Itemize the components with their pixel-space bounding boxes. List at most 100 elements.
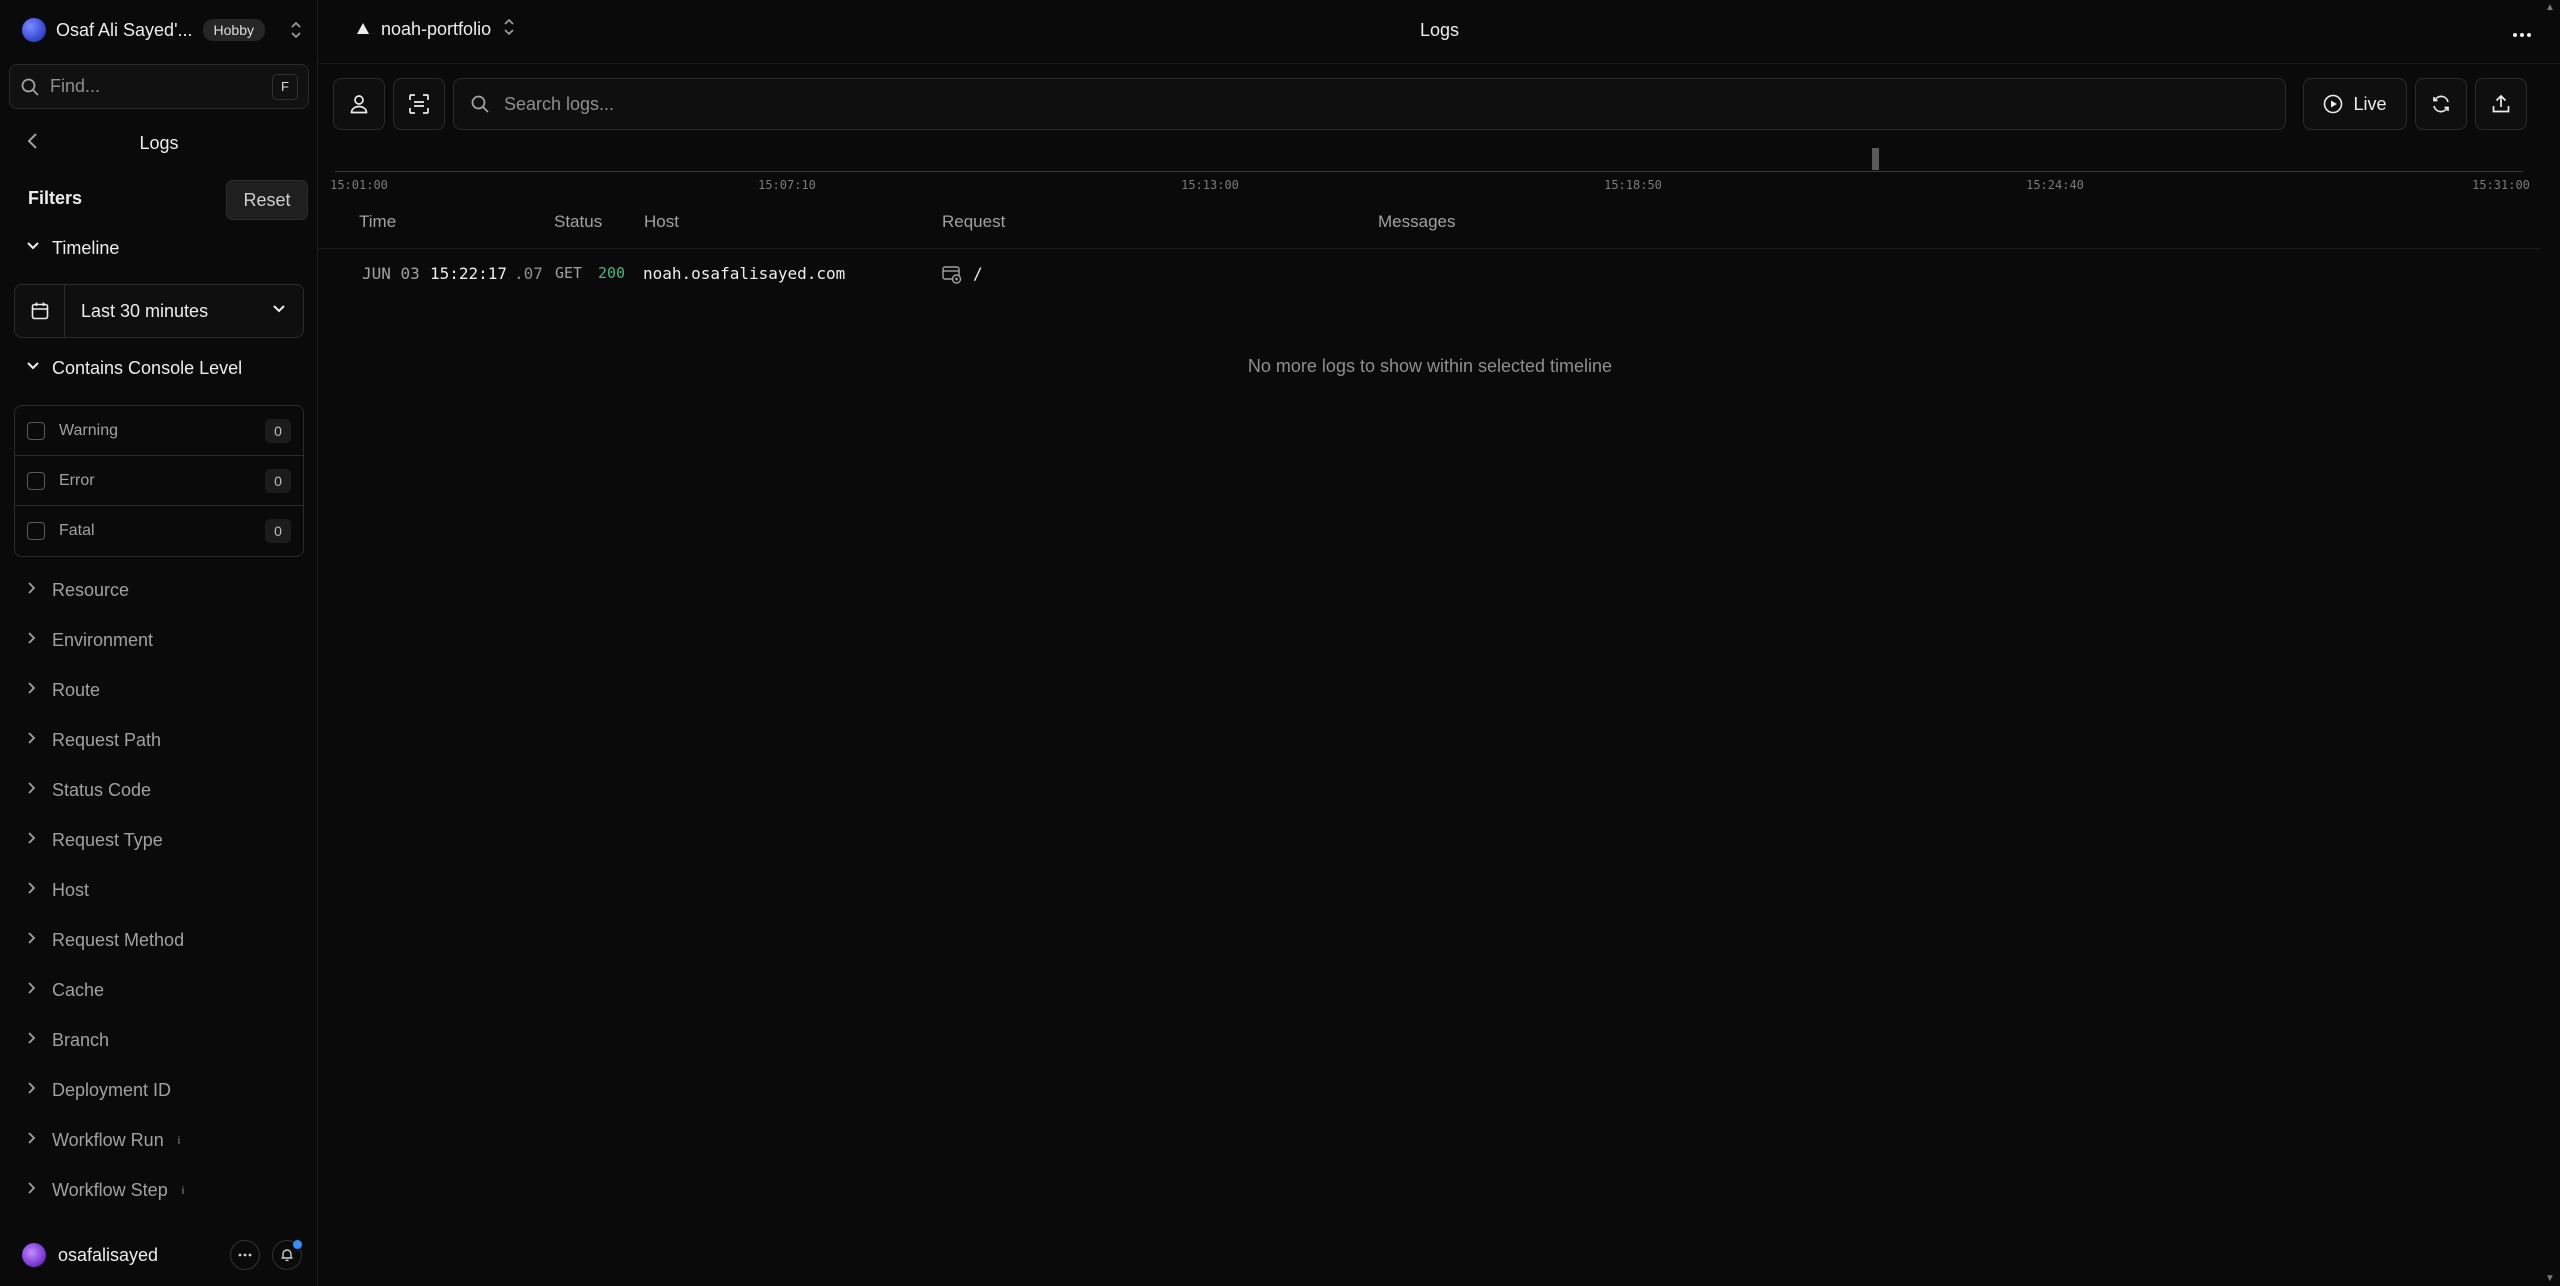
team-avatar [22,18,46,42]
export-button[interactable] [2475,78,2527,130]
level-label: Error [59,471,95,489]
warning-checkbox[interactable] [27,421,45,440]
play-circle-icon [2324,94,2343,114]
live-button[interactable]: Live [2303,78,2407,130]
filter-deployment-id[interactable]: Deployment ID [26,1080,171,1101]
ellipsis-icon [2513,33,2531,37]
table-row[interactable]: JUN 03 15:22:17 .07 GET 200 noah.osafali… [319,252,2541,298]
avatar[interactable] [22,1243,46,1267]
level-label: Warning [59,421,118,439]
histogram-bar[interactable] [1872,148,1879,170]
level-fatal[interactable]: Fatal 0 [15,506,303,556]
more-menu-button[interactable] [2512,18,2532,44]
chevron-right-icon [26,1081,40,1100]
filter-label: Workflow Run [52,1130,164,1150]
filter-label: Host [52,880,90,900]
fatal-checkbox[interactable] [27,522,45,540]
find-placeholder: Find... [50,76,101,96]
filter-label: Request Method [52,930,185,950]
chevron-right-icon [26,731,40,750]
timeline-tick: 15:31:00 [2472,178,2530,192]
bell-icon [281,1249,293,1261]
search-logs-input[interactable]: Search logs... [453,78,2286,130]
console-level-list: Warning 0 Error 0 Fatal 0 [14,405,304,557]
console-level-section-toggle[interactable]: Contains Console Level [26,358,242,379]
filter-cache[interactable]: Cache [26,980,104,1001]
info-icon[interactable]: i [178,1135,180,1147]
user-filter-button[interactable] [333,78,385,130]
scroll-up-icon[interactable]: ▲ [2545,2,2555,13]
filter-resource[interactable]: Resource [26,580,129,601]
timeline-tick: 15:24:40 [2026,178,2084,192]
scan-icon [409,94,429,114]
chevron-right-icon [26,1131,40,1150]
filter-label: Resource [52,580,130,600]
chevron-up-down-icon[interactable] [290,21,302,39]
chevron-right-icon [26,581,40,600]
timeline-histogram[interactable]: 15:01:00 15:07:10 15:13:00 15:18:50 15:2… [330,148,2530,198]
level-warning[interactable]: Warning 0 [15,406,303,456]
find-shortcut: F [272,73,298,100]
live-label: Live [2353,93,2387,114]
chevron-right-icon [26,631,40,650]
chevron-right-icon [26,1181,40,1200]
filter-route[interactable]: Route [26,680,100,701]
filter-branch[interactable]: Branch [26,1030,109,1051]
level-count: 0 [265,519,291,543]
team-switcher[interactable]: Osaf Ali Sayed'... Hobby [22,14,302,46]
chevron-right-icon [26,881,40,900]
column-header-messages: Messages [1378,212,1456,231]
log-date: JUN 03 [362,264,420,283]
chevron-right-icon [26,781,40,800]
search-placeholder: Search logs... [504,93,615,114]
reset-button[interactable]: Reset [226,180,308,220]
scroll-down-icon[interactable]: ▼ [2545,1273,2555,1284]
sidebar: Osaf Ali Sayed'... Hobby Find... F Logs … [0,0,318,1286]
timeline-tick: 15:01:00 [330,178,388,192]
refresh-button[interactable] [2415,78,2467,130]
username[interactable]: osafalisayed [58,1245,158,1266]
info-icon[interactable]: i [182,1185,184,1197]
find-input[interactable]: Find... F [9,64,309,109]
timeline-axis [335,171,2523,172]
filter-request-method[interactable]: Request Method [26,930,184,951]
filter-workflow-step[interactable]: Workflow Step i [26,1180,184,1201]
log-time: 15:22:17 [430,264,508,283]
notification-dot [293,1240,302,1249]
more-options-button[interactable] [230,1240,260,1270]
level-count: 0 [265,468,291,493]
filter-request-path[interactable]: Request Path [26,730,161,751]
timeline-section-toggle[interactable]: Timeline [26,238,119,259]
user-icon [350,95,368,114]
empty-state-message: No more logs to show within selected tim… [1247,356,1613,376]
filter-workflow-run[interactable]: Workflow Run i [26,1130,180,1151]
filter-status-code[interactable]: Status Code [26,780,151,801]
scrollbar[interactable]: ▲ ▼ [2542,0,2560,1286]
chevron-left-icon[interactable] [26,131,40,157]
page-title: Logs [1419,20,1460,40]
timeline-tick: 15:18:50 [1604,178,1662,192]
chevron-down-icon [271,301,287,322]
logs-nav-header: Logs [0,128,318,158]
chevron-down-icon [26,239,40,258]
error-checkbox[interactable] [27,471,45,490]
filter-request-type[interactable]: Request Type [26,830,163,851]
column-header-request: Request [942,212,1006,231]
refresh-icon [2433,95,2449,113]
filter-host[interactable]: Host [26,880,89,901]
plan-badge: Hobby [202,19,265,41]
notifications-button[interactable] [272,1240,302,1270]
serverless-function-icon [942,266,962,289]
scan-filter-button[interactable] [393,78,445,130]
filter-label: Environment [52,630,154,650]
filter-environment[interactable]: Environment [26,630,153,651]
calendar-icon [15,285,65,337]
level-error[interactable]: Error 0 [15,456,303,506]
filter-label: Workflow Step [52,1180,168,1200]
timeline-tick: 15:13:00 [1181,178,1239,192]
chevron-right-icon [26,1031,40,1050]
filter-label: Request Path [52,730,162,750]
filter-label: Route [52,680,101,700]
timeline-select[interactable]: Last 30 minutes [14,284,304,338]
column-header-status: Status [554,212,603,231]
